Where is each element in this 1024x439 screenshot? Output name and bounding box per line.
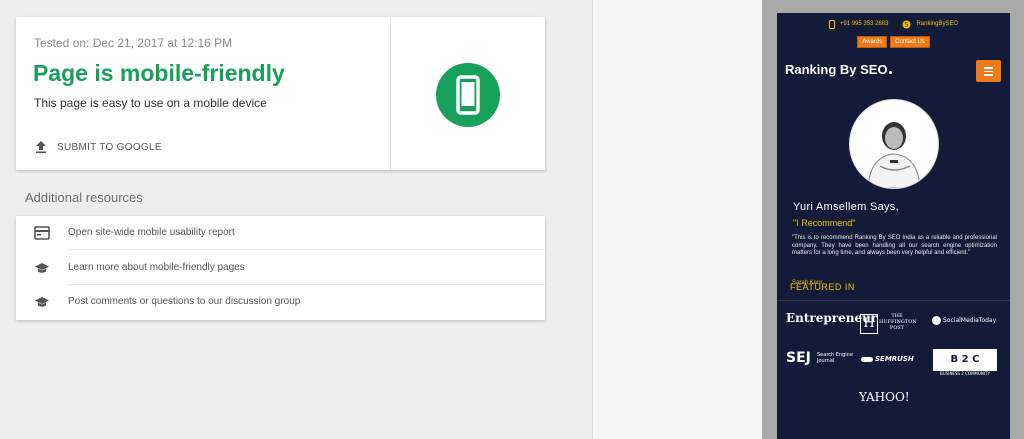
result-summary: Tested on: Dec 21, 2017 at 12:16 PM Page…	[16, 17, 390, 170]
sej-logo-subtext: Search Engine Journal	[817, 352, 853, 364]
result-card: Tested on: Dec 21, 2017 at 12:16 PM Page…	[16, 17, 545, 170]
b2c-logo: B 2 C	[933, 349, 997, 371]
result-subtext: This page is easy to use on a mobile dev…	[34, 96, 267, 110]
mobile-friendly-phone-icon	[436, 63, 500, 127]
semrush-logo: SEMRUSH	[861, 355, 914, 363]
site-logo[interactable]: Ranking By SEO	[785, 62, 892, 77]
svg-text:S: S	[905, 21, 909, 28]
result-divider	[390, 17, 391, 170]
resource-learn-more-link[interactable]: Learn more about mobile-friendly pages	[16, 251, 545, 285]
resource-discussion-group-link[interactable]: Post comments or questions to our discus…	[16, 285, 545, 319]
row-divider	[68, 249, 545, 250]
resource-label: Open site-wide mobile usability report	[68, 227, 235, 238]
contact-bar: +91 995 353 2683 S RankingBySEO	[777, 13, 1010, 35]
huffington-logo-text: THE HUFFINGTON POST	[879, 313, 917, 331]
resource-label: Learn more about mobile-friendly pages	[68, 262, 245, 273]
sej-logo: SEJ	[786, 350, 811, 366]
featured-divider	[777, 300, 1010, 301]
testimonial-name: Yuri Amsellem Says,	[793, 201, 899, 213]
submit-to-google-button[interactable]: SUBMIT TO GOOGLE	[34, 137, 162, 157]
featured-in-title: FEATURED IN	[790, 282, 855, 292]
testimonial-tag: "I Recommend"	[793, 218, 856, 228]
testimonial-quote: "This is to recommend Ranking By SEO Ind…	[792, 235, 997, 257]
contact-skype: RankingBySEO	[916, 21, 959, 27]
tested-on-timestamp: Tested on: Dec 21, 2017 at 12:16 PM	[34, 36, 233, 50]
graduation-cap-icon	[35, 263, 49, 273]
test-results-panel: Tested on: Dec 21, 2017 at 12:16 PM Page…	[0, 0, 592, 439]
socialmedia-logo-icon	[932, 316, 941, 325]
mobile-page-preview[interactable]: +91 995 353 2683 S RankingBySEO Awards C…	[777, 13, 1010, 439]
socialmedia-logo-text: SocialMediaToday	[943, 317, 997, 324]
contact-phone: +91 995 353 2683	[839, 21, 889, 27]
hamburger-menu-button[interactable]	[976, 60, 1001, 82]
resource-label: Post comments or questions to our discus…	[68, 296, 301, 307]
semrush-logo-icon	[861, 356, 873, 362]
b2c-logo-text: B 2 C	[950, 354, 980, 365]
submit-label: SUBMIT TO GOOGLE	[57, 141, 162, 153]
upload-icon	[36, 141, 46, 154]
report-card-icon	[34, 226, 50, 240]
skype-icon: S	[902, 20, 911, 28]
testimonial-avatar	[849, 99, 939, 189]
b2c-logo-subtext: BUSINESS 2 COMMUNITY	[940, 371, 990, 376]
semrush-logo-text: SEMRUSH	[875, 355, 914, 363]
resource-usability-report-link[interactable]: Open site-wide mobile usability report	[16, 216, 545, 250]
logo-dot-icon	[888, 71, 892, 74]
site-logo-text: Ranking By SEO	[785, 62, 888, 77]
awards-button[interactable]: Awards	[857, 36, 888, 48]
mobile-phone-icon	[828, 19, 835, 29]
socialmedia-logo: SocialMediaToday	[932, 316, 996, 325]
yahoo-logo: YAHOO!	[859, 390, 910, 404]
huffington-logo-mark: H	[860, 314, 878, 334]
graduation-cap-icon	[35, 297, 49, 307]
resources-list: Open site-wide mobile usability report L…	[16, 216, 545, 320]
header-buttons: Awards Contact Us	[777, 36, 1010, 48]
additional-resources-title: Additional resources	[25, 190, 143, 205]
result-headline: Page is mobile-friendly	[33, 60, 285, 86]
contact-us-button[interactable]: Contact Us	[890, 36, 930, 48]
